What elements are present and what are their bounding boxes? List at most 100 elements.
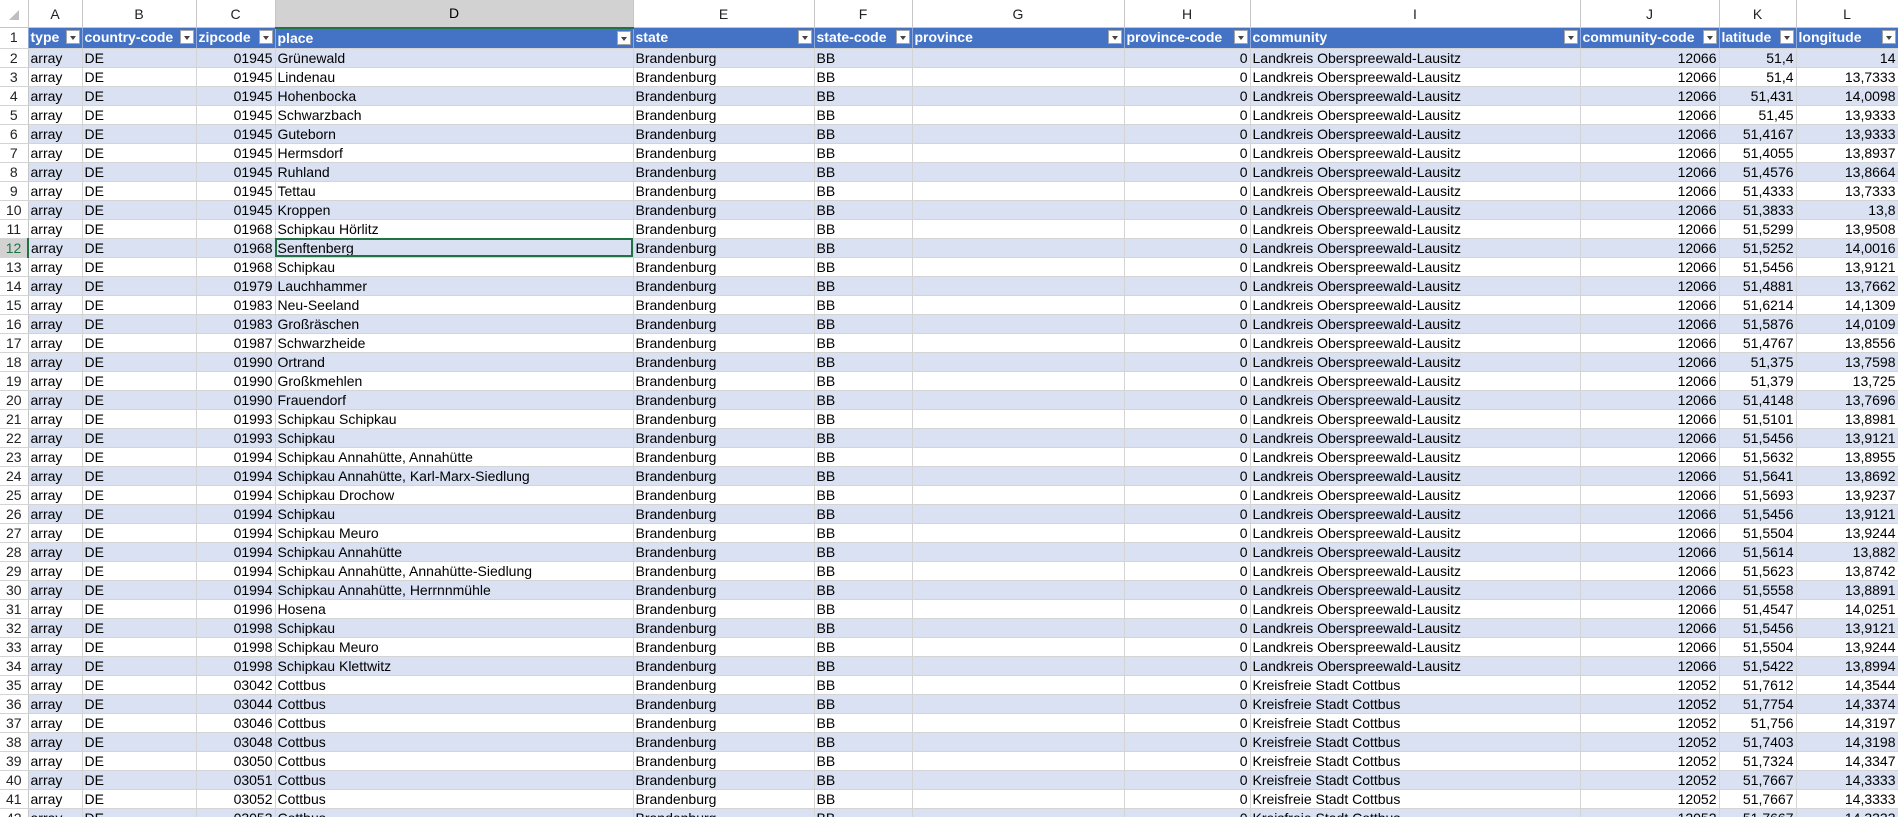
- cell-longitude[interactable]: 13,8692: [1796, 466, 1898, 486]
- cell-country-code[interactable]: DE: [82, 428, 197, 448]
- cell-longitude[interactable]: 13,9333: [1796, 105, 1898, 125]
- row-number[interactable]: 33: [0, 637, 29, 657]
- row-number[interactable]: 40: [0, 770, 29, 790]
- cell-latitude[interactable]: 51,5299: [1719, 219, 1797, 239]
- cell-province-code[interactable]: 0: [1124, 732, 1251, 752]
- cell-state-code[interactable]: BB: [814, 219, 913, 239]
- cell-latitude[interactable]: 51,5504: [1719, 637, 1797, 657]
- row-number[interactable]: 10: [0, 200, 29, 220]
- cell-zipcode[interactable]: 01990: [196, 371, 276, 391]
- cell-latitude[interactable]: 51,5558: [1719, 580, 1797, 600]
- cell-province[interactable]: [912, 637, 1125, 657]
- cell-state-code[interactable]: BB: [814, 713, 913, 733]
- cell-type[interactable]: array: [28, 694, 83, 714]
- cell-type[interactable]: array: [28, 656, 83, 676]
- cell-state[interactable]: Brandenburg: [633, 675, 815, 695]
- cell-place[interactable]: Cottbus: [275, 694, 634, 714]
- cell-community-code[interactable]: 12052: [1580, 770, 1720, 790]
- row-number[interactable]: 30: [0, 580, 29, 600]
- cell-place[interactable]: Lauchhammer: [275, 276, 634, 296]
- cell-state[interactable]: Brandenburg: [633, 808, 815, 817]
- cell-province[interactable]: [912, 105, 1125, 125]
- cell-latitude[interactable]: 51,5101: [1719, 409, 1797, 429]
- cell-type[interactable]: array: [28, 295, 83, 315]
- cell-country-code[interactable]: DE: [82, 713, 197, 733]
- cell-community[interactable]: Kreisfreie Stadt Cottbus: [1250, 732, 1581, 752]
- cell-longitude[interactable]: 14,3197: [1796, 713, 1898, 733]
- cell-type[interactable]: array: [28, 732, 83, 752]
- header-cell-community-code[interactable]: community-code: [1580, 27, 1720, 49]
- row-number[interactable]: 37: [0, 713, 29, 733]
- cell-type[interactable]: array: [28, 580, 83, 600]
- cell-community[interactable]: Landkreis Oberspreewald-Lausitz: [1250, 314, 1581, 334]
- cell-country-code[interactable]: DE: [82, 86, 197, 106]
- cell-type[interactable]: array: [28, 390, 83, 410]
- cell-type[interactable]: array: [28, 48, 83, 68]
- cell-longitude[interactable]: 13,7333: [1796, 67, 1898, 87]
- filter-dropdown-icon[interactable]: [616, 30, 631, 45]
- cell-zipcode[interactable]: 03046: [196, 713, 276, 733]
- cell-type[interactable]: array: [28, 751, 83, 771]
- cell-country-code[interactable]: DE: [82, 257, 197, 277]
- cell-state-code[interactable]: BB: [814, 770, 913, 790]
- cell-longitude[interactable]: 13,9244: [1796, 637, 1898, 657]
- cell-country-code[interactable]: DE: [82, 105, 197, 125]
- cell-state[interactable]: Brandenburg: [633, 124, 815, 144]
- cell-community[interactable]: Landkreis Oberspreewald-Lausitz: [1250, 618, 1581, 638]
- cell-state-code[interactable]: BB: [814, 390, 913, 410]
- cell-community[interactable]: Landkreis Oberspreewald-Lausitz: [1250, 276, 1581, 296]
- cell-community-code[interactable]: 12052: [1580, 675, 1720, 695]
- cell-place[interactable]: Schwarzheide: [275, 333, 634, 353]
- cell-community-code[interactable]: 12066: [1580, 276, 1720, 296]
- cell-place[interactable]: Großräschen: [275, 314, 634, 334]
- cell-community-code[interactable]: 12066: [1580, 542, 1720, 562]
- cell-type[interactable]: array: [28, 200, 83, 220]
- cell-province[interactable]: [912, 770, 1125, 790]
- cell-latitude[interactable]: 51,5456: [1719, 618, 1797, 638]
- column-header-a[interactable]: A: [28, 0, 83, 28]
- row-number[interactable]: 29: [0, 561, 29, 581]
- cell-country-code[interactable]: DE: [82, 656, 197, 676]
- cell-place[interactable]: Schipkau Annahütte, Herrnnmühle: [275, 580, 634, 600]
- cell-country-code[interactable]: DE: [82, 580, 197, 600]
- cell-province-code[interactable]: 0: [1124, 219, 1251, 239]
- header-cell-type[interactable]: type: [28, 27, 83, 49]
- cell-province[interactable]: [912, 523, 1125, 543]
- cell-community[interactable]: Landkreis Oberspreewald-Lausitz: [1250, 333, 1581, 353]
- filter-dropdown-icon[interactable]: [65, 30, 80, 44]
- cell-province-code[interactable]: 0: [1124, 257, 1251, 277]
- cell-community-code[interactable]: 12066: [1580, 257, 1720, 277]
- cell-latitude[interactable]: 51,6214: [1719, 295, 1797, 315]
- cell-latitude[interactable]: 51,4333: [1719, 181, 1797, 201]
- cell-place[interactable]: Cottbus: [275, 808, 634, 817]
- cell-longitude[interactable]: 14,0109: [1796, 314, 1898, 334]
- cell-state[interactable]: Brandenburg: [633, 770, 815, 790]
- row-number[interactable]: 19: [0, 371, 29, 391]
- cell-province[interactable]: [912, 409, 1125, 429]
- cell-province-code[interactable]: 0: [1124, 523, 1251, 543]
- cell-longitude[interactable]: 14,0098: [1796, 86, 1898, 106]
- cell-latitude[interactable]: 51,5623: [1719, 561, 1797, 581]
- cell-community-code[interactable]: 12066: [1580, 219, 1720, 239]
- cell-place[interactable]: Tettau: [275, 181, 634, 201]
- cell-latitude[interactable]: 51,7403: [1719, 732, 1797, 752]
- column-header-l[interactable]: L: [1796, 0, 1898, 28]
- filter-dropdown-icon[interactable]: [1563, 30, 1578, 44]
- cell-zipcode[interactable]: 01996: [196, 599, 276, 619]
- cell-community[interactable]: Kreisfreie Stadt Cottbus: [1250, 789, 1581, 809]
- cell-province[interactable]: [912, 599, 1125, 619]
- cell-state[interactable]: Brandenburg: [633, 542, 815, 562]
- row-number[interactable]: 41: [0, 789, 29, 809]
- header-cell-state[interactable]: state: [633, 27, 815, 49]
- cell-country-code[interactable]: DE: [82, 542, 197, 562]
- cell-type[interactable]: array: [28, 466, 83, 486]
- cell-province[interactable]: [912, 257, 1125, 277]
- cell-place[interactable]: Schwarzbach: [275, 105, 634, 125]
- cell-province[interactable]: [912, 219, 1125, 239]
- cell-province-code[interactable]: 0: [1124, 238, 1251, 258]
- cell-place[interactable]: Cottbus: [275, 713, 634, 733]
- cell-country-code[interactable]: DE: [82, 276, 197, 296]
- cell-state-code[interactable]: BB: [814, 561, 913, 581]
- cell-latitude[interactable]: 51,7667: [1719, 770, 1797, 790]
- cell-community[interactable]: Landkreis Oberspreewald-Lausitz: [1250, 599, 1581, 619]
